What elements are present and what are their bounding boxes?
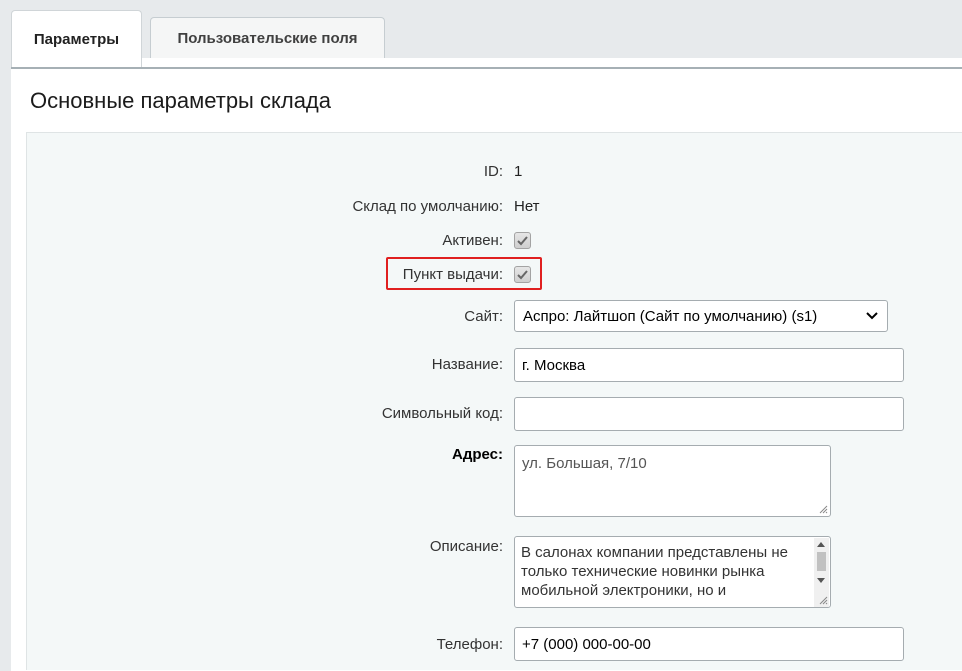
id-label: ID: — [483, 163, 503, 180]
code-label: Символьный код: — [381, 405, 503, 422]
phone-label: Телефон: — [436, 636, 503, 653]
scroll-thumb[interactable] — [817, 552, 826, 571]
pickup-point-checkbox[interactable] — [514, 266, 531, 283]
section-title: Основные параметры склада — [30, 88, 331, 113]
resize-grip-icon[interactable] — [819, 596, 828, 605]
default-store-label: Склад по умолчанию: — [352, 198, 503, 215]
scroll-down-icon[interactable] — [817, 578, 825, 583]
address-textarea[interactable]: ул. Большая, 7/10 — [514, 445, 831, 517]
chevron-down-icon — [866, 312, 878, 320]
tab-parameters[interactable]: Параметры — [11, 10, 142, 68]
address-label: Адрес: — [452, 446, 503, 463]
scroll-up-icon[interactable] — [817, 542, 825, 547]
site-selected-value: Аспро: Лайтшоп (Сайт по умолчанию) (s1) — [523, 307, 818, 325]
tab-user-fields[interactable]: Пользовательские поля — [150, 17, 385, 58]
description-value: В салонах компании представлены не тольк… — [521, 544, 788, 599]
resize-grip-icon[interactable] — [819, 505, 828, 514]
code-input[interactable] — [514, 397, 904, 431]
active-checkbox[interactable] — [514, 232, 531, 249]
pickup-point-label: Пункт выдачи: — [402, 266, 503, 283]
name-input[interactable]: г. Москва — [514, 348, 904, 382]
site-label: Сайт: — [464, 308, 503, 325]
description-textarea[interactable]: В салонах компании представлены не тольк… — [514, 536, 831, 608]
id-value: 1 — [514, 163, 523, 180]
check-icon — [517, 270, 528, 280]
description-label: Описание: — [429, 538, 503, 555]
phone-input[interactable]: +7 (000) 000-00-00 — [514, 627, 904, 661]
check-icon — [517, 236, 528, 246]
address-value: ул. Большая, 7/10 — [522, 455, 647, 472]
active-label: Активен: — [442, 232, 503, 249]
site-select[interactable]: Аспро: Лайтшоп (Сайт по умолчанию) (s1) — [514, 300, 888, 332]
default-store-value: Нет — [514, 198, 540, 215]
tab-bar: Параметры Пользовательские поля — [0, 0, 962, 68]
name-label: Название: — [431, 356, 503, 373]
